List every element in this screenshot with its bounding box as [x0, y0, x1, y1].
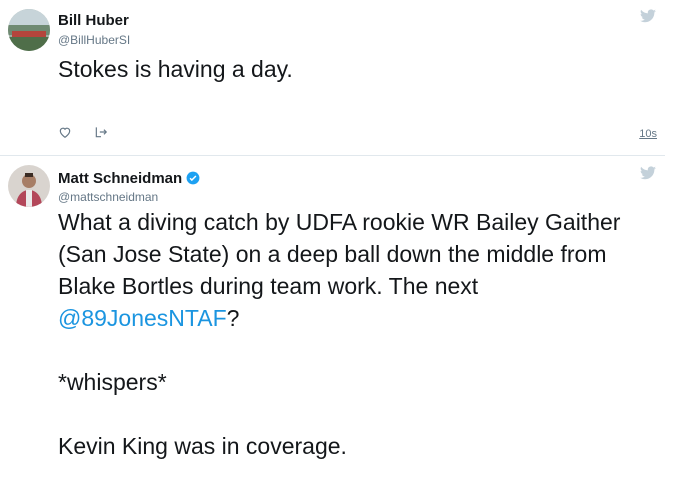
- timestamp[interactable]: 10s: [639, 128, 657, 140]
- user-handle[interactable]: @BillHuberSI: [58, 33, 130, 47]
- user-handle[interactable]: @mattschneidman: [58, 190, 158, 204]
- tweet-card: Matt Schneidman @mattschneidman What a d…: [0, 156, 673, 496]
- avatar-photo: [8, 9, 50, 51]
- tweet-text-end: ?: [226, 305, 240, 331]
- verified-badge-icon: [186, 171, 200, 185]
- avatar-photo: [8, 165, 50, 207]
- display-name[interactable]: Matt Schneidman: [58, 170, 200, 187]
- tweet-text-body: What a diving catch by UDFA rookie WR Ba…: [58, 209, 621, 299]
- tweet-text-line: *whispers*: [58, 369, 167, 395]
- tweet-text: Stokes is having a day.: [58, 56, 293, 82]
- display-name[interactable]: Bill Huber: [58, 12, 129, 29]
- twitter-bird-icon[interactable]: [640, 9, 656, 23]
- tweet-text: What a diving catch by UDFA rookie WR Ba…: [58, 206, 658, 462]
- mention-link[interactable]: @89JonesNTAF: [58, 305, 227, 331]
- twitter-bird-icon[interactable]: [640, 166, 656, 180]
- display-name-text: Matt Schneidman: [58, 170, 183, 187]
- tweet-text-line: Kevin King was in coverage.: [58, 433, 347, 459]
- avatar[interactable]: [8, 9, 50, 51]
- avatar[interactable]: [8, 165, 50, 207]
- share-icon[interactable]: [94, 125, 108, 139]
- tweet-card: Bill Huber @BillHuberSI Stokes is having…: [0, 0, 673, 155]
- heart-icon[interactable]: [58, 125, 72, 139]
